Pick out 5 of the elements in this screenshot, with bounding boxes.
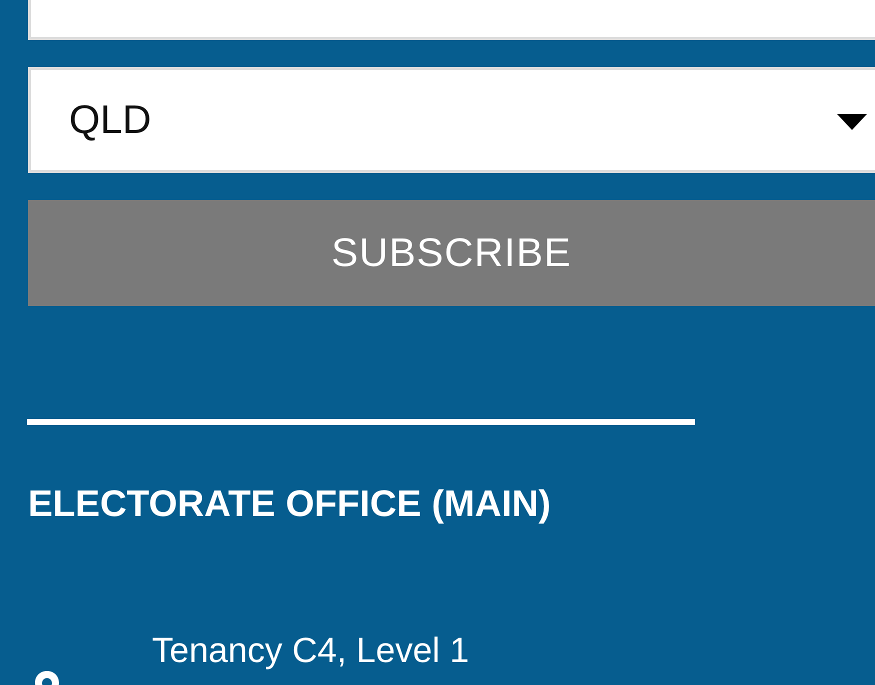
address-line: Tenancy C4, Level 1 <box>152 631 470 671</box>
state-select[interactable]: QLD <box>28 67 875 173</box>
caret-icon <box>837 114 867 130</box>
office-heading: ELECTORATE OFFICE (MAIN) <box>28 483 551 525</box>
subscribe-button[interactable]: SUBSCRIBE <box>28 200 875 306</box>
